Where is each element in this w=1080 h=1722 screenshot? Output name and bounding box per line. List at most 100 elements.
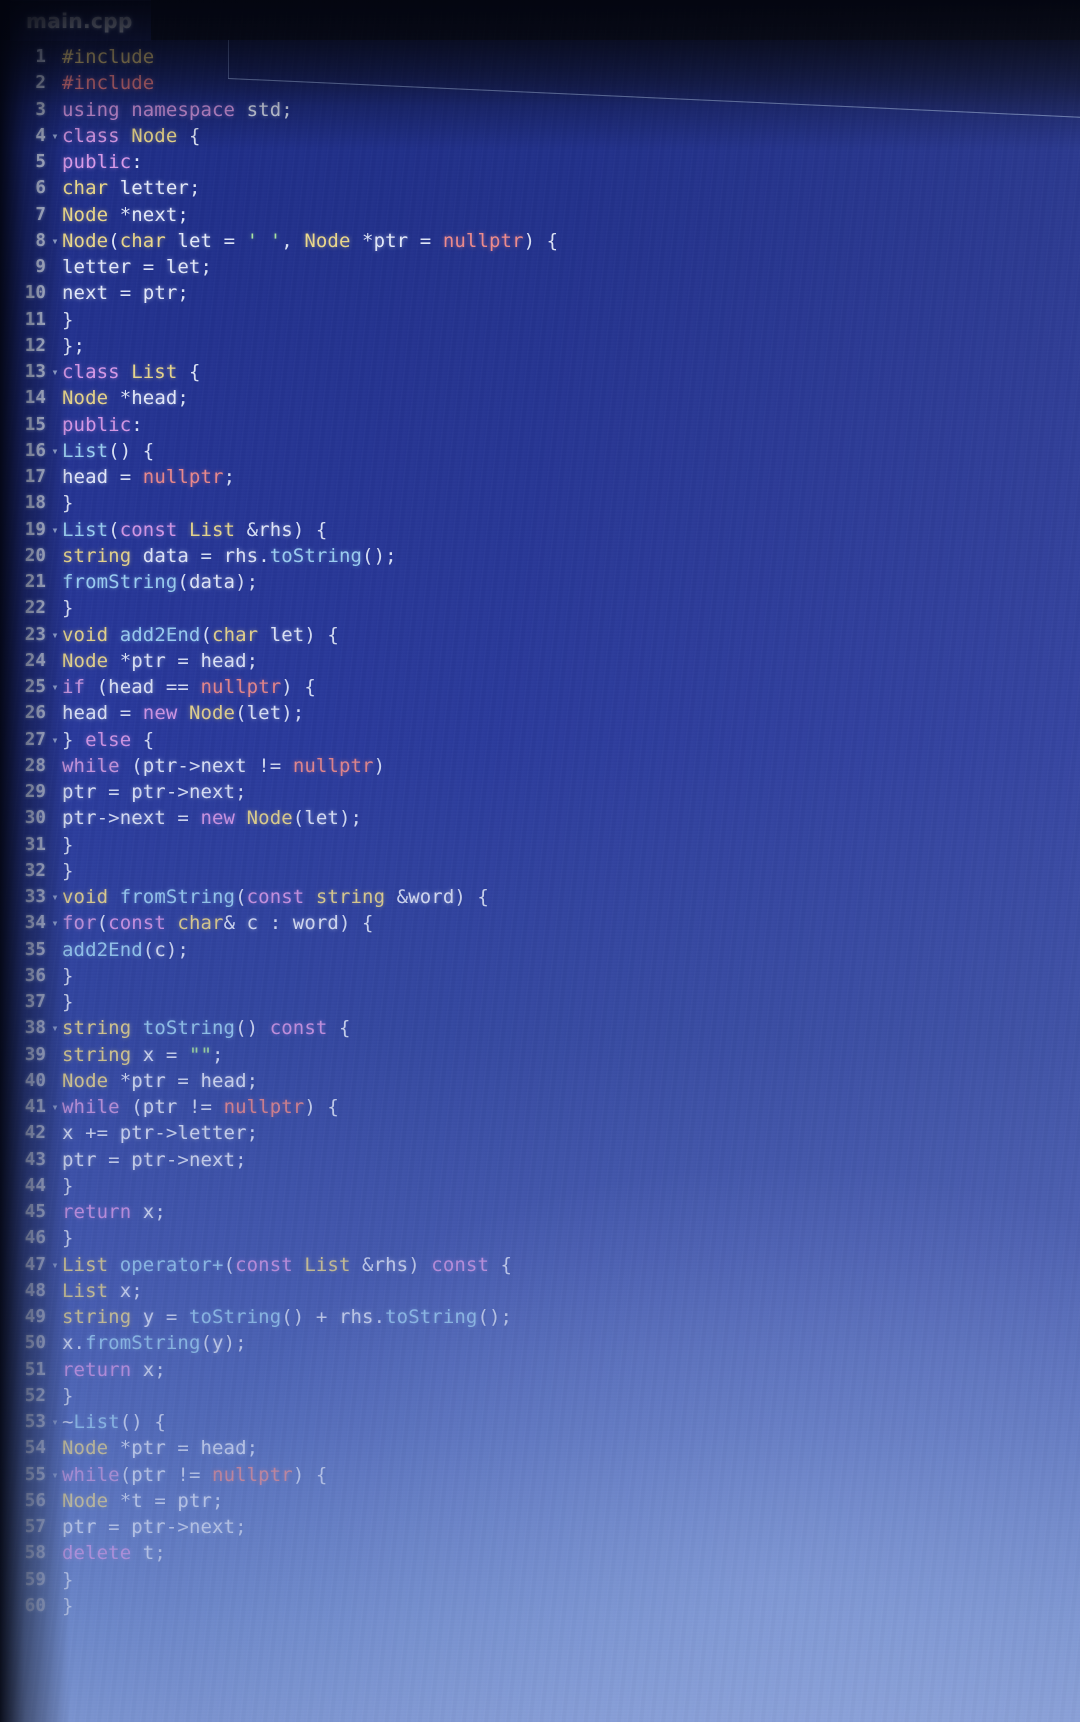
code-line[interactable]: 4 ▾ class Node { xyxy=(0,123,1080,149)
code-line[interactable]: 51 return x; xyxy=(0,1357,1080,1383)
code-line[interactable]: 9 letter = let; xyxy=(0,254,1080,280)
code-line[interactable]: 59} xyxy=(0,1567,1080,1593)
code-line[interactable]: 52} xyxy=(0,1383,1080,1409)
code-line[interactable]: 53 ▾ ~List() { xyxy=(0,1409,1080,1435)
code-line[interactable]: 60} xyxy=(0,1593,1080,1619)
code-line[interactable]: 6 char letter; xyxy=(0,175,1080,201)
code-line[interactable]: 7 Node *next; xyxy=(0,202,1080,228)
code-line[interactable]: 5 public: xyxy=(0,149,1080,175)
code-line[interactable]: 37} xyxy=(0,989,1080,1015)
code-line[interactable]: 10 next = ptr; xyxy=(0,280,1080,306)
code-line[interactable]: 28 while (ptr->next != nullptr) xyxy=(0,753,1080,779)
tab-main-cpp[interactable]: main.cpp xyxy=(10,0,151,41)
code-line[interactable]: 18} xyxy=(0,490,1080,516)
code-token: const xyxy=(119,518,189,541)
fold-arrow-icon[interactable]: ▾ xyxy=(50,438,60,464)
code-line[interactable]: 44} xyxy=(0,1173,1080,1199)
fold-arrow-icon[interactable]: ▾ xyxy=(50,1094,60,1120)
fold-arrow-icon[interactable]: ▾ xyxy=(50,1462,60,1488)
code-line[interactable]: 2 #include xyxy=(0,70,1080,96)
code-line-text: } xyxy=(62,858,74,884)
code-line[interactable]: 55 ▾ while(ptr != nullptr) { xyxy=(0,1462,1080,1488)
code-line[interactable]: 31} xyxy=(0,832,1080,858)
fold-arrow-icon[interactable]: ▾ xyxy=(50,674,60,700)
code-token: = xyxy=(119,466,143,488)
code-token: != xyxy=(188,1096,224,1118)
fold-arrow-icon[interactable]: ▾ xyxy=(50,123,60,149)
code-line[interactable]: 45 return x; xyxy=(0,1199,1080,1225)
code-line[interactable]: 36} xyxy=(0,963,1080,989)
code-line[interactable]: 17 head = nullptr; xyxy=(0,464,1080,490)
code-line[interactable]: 54 Node *ptr = head; xyxy=(0,1435,1080,1461)
code-line[interactable]: 23 ▾ void add2End(char let) { xyxy=(0,622,1080,648)
code-line[interactable]: 24 Node *ptr = head; xyxy=(0,648,1080,674)
fold-arrow-icon[interactable]: ▾ xyxy=(50,517,60,543)
code-line-text: return x; xyxy=(62,1199,166,1225)
code-line[interactable]: 15 public: xyxy=(0,412,1080,438)
code-line[interactable]: 41 ▾ while (ptr != nullptr) { xyxy=(0,1094,1080,1120)
code-line[interactable]: 30 ptr->next = new Node(let); xyxy=(0,805,1080,831)
code-line[interactable]: 34 ▾ for(const char& c : word) { xyxy=(0,910,1080,936)
code-token: y xyxy=(142,1306,166,1328)
code-line[interactable]: 47 ▾ List operator+(const List &rhs) const… xyxy=(0,1252,1080,1278)
code-line[interactable]: 14 Node *head; xyxy=(0,385,1080,411)
code-line[interactable]: 40 Node *ptr = head; xyxy=(0,1068,1080,1094)
code-line[interactable]: 26 head = new Node(let); xyxy=(0,700,1080,726)
code-line[interactable]: 3 using namespace std; xyxy=(0,97,1080,123)
code-line[interactable]: 13 ▾ class List { xyxy=(0,359,1080,385)
code-line[interactable]: 27 ▾} else { xyxy=(0,727,1080,753)
code-token: List xyxy=(188,518,247,541)
code-line-text: } xyxy=(62,307,74,333)
code-line[interactable]: 19 ▾ List(const List &rhs) { xyxy=(0,517,1080,543)
code-line[interactable]: 29 ptr = ptr->next; xyxy=(0,779,1080,805)
code-token: #include xyxy=(62,46,155,68)
fold-arrow-icon[interactable]: ▾ xyxy=(50,1409,60,1435)
fold-arrow-icon[interactable]: ▾ xyxy=(50,359,60,385)
code-line[interactable]: 46} xyxy=(0,1225,1080,1251)
code-line[interactable]: 56 Node *t = ptr; xyxy=(0,1488,1080,1514)
fold-arrow-icon[interactable]: ▾ xyxy=(50,622,60,648)
code-line[interactable]: 33 ▾ void fromString(const string &word) { xyxy=(0,884,1080,910)
code-line[interactable]: 42 x += ptr->letter; xyxy=(0,1120,1080,1146)
code-line[interactable]: 38 ▾ string toString() const { xyxy=(0,1015,1080,1041)
fold-arrow-icon[interactable]: ▾ xyxy=(50,727,60,753)
code-token: & xyxy=(396,886,409,908)
code-token: ptr xyxy=(119,1122,155,1145)
code-token: ( xyxy=(177,571,189,593)
fold-arrow-icon[interactable]: ▾ xyxy=(50,910,60,936)
code-token: () xyxy=(281,1306,316,1328)
code-token: letter xyxy=(177,1122,247,1145)
fold-arrow-icon[interactable]: ▾ xyxy=(50,884,60,910)
code-line[interactable]: 48 List x; xyxy=(0,1278,1080,1304)
code-token: List xyxy=(62,518,109,541)
code-line[interactable]: 20 string data = rhs.toString(); xyxy=(0,543,1080,569)
code-line[interactable]: 12}; xyxy=(0,333,1080,359)
fold-arrow-icon[interactable]: ▾ xyxy=(50,1015,60,1041)
fold-arrow-icon[interactable]: ▾ xyxy=(50,228,60,254)
code-token: { xyxy=(188,361,201,383)
code-line[interactable]: 8 ▾ Node(char let = ' ', Node *ptr = nullp… xyxy=(0,228,1080,254)
code-line[interactable]: 39 string x = ""; xyxy=(0,1042,1080,1068)
code-content[interactable]: 1 #include 2 #include 3 using namespace std; 4… xyxy=(0,44,1080,1619)
code-line-text: while (ptr->next != nullptr) xyxy=(62,753,385,779)
code-line[interactable]: 58 delete t; xyxy=(0,1540,1080,1566)
code-line-text: List(const List &rhs) { xyxy=(62,517,327,543)
code-line[interactable]: 11} xyxy=(0,307,1080,333)
code-line[interactable]: 22} xyxy=(0,595,1080,621)
line-number: 16 xyxy=(24,440,46,461)
code-line-text: } xyxy=(62,1173,74,1199)
code-line[interactable]: 32} xyxy=(0,858,1080,884)
code-token: = xyxy=(108,781,132,803)
code-line[interactable]: 21 fromString(data); xyxy=(0,569,1080,595)
code-line[interactable]: 1 #include xyxy=(0,44,1080,70)
code-line[interactable]: 43 ptr = ptr->next; xyxy=(0,1147,1080,1173)
code-line[interactable]: 16 ▾ List() { xyxy=(0,438,1080,464)
code-line[interactable]: 50 x.fromString(y); xyxy=(0,1330,1080,1356)
code-token: = xyxy=(200,544,224,567)
code-line[interactable]: 57 ptr = ptr->next; xyxy=(0,1514,1080,1540)
code-line[interactable]: 35 add2End(c); xyxy=(0,937,1080,963)
code-line[interactable]: 49 string y = toString() + rhs.toString()… xyxy=(0,1304,1080,1330)
code-line[interactable]: 25 ▾ if (head == nullptr) { xyxy=(0,674,1080,700)
code-token: }; xyxy=(62,334,86,357)
fold-arrow-icon[interactable]: ▾ xyxy=(50,1252,60,1278)
